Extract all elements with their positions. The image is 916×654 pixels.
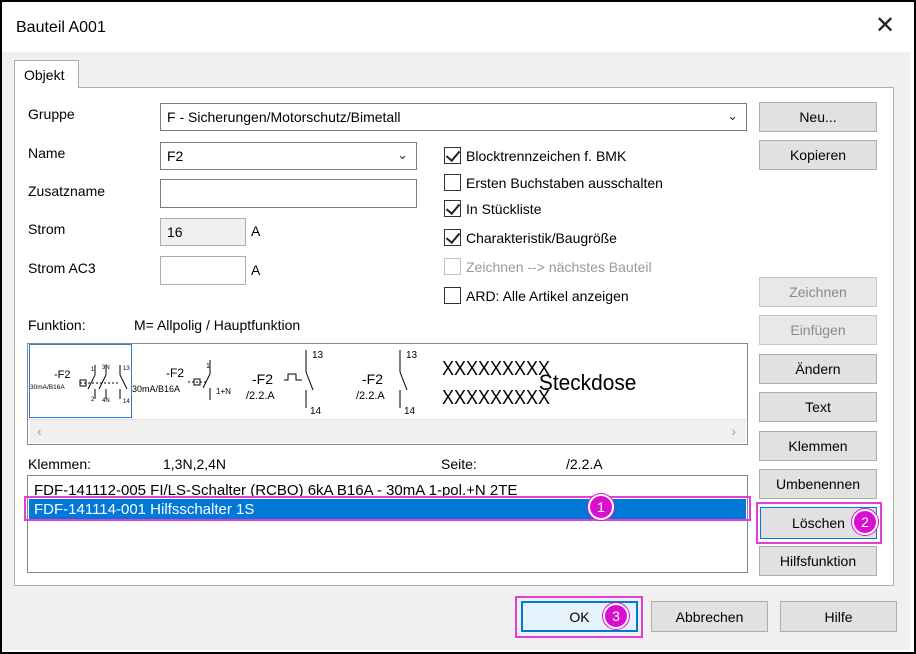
neu-button[interactable]: Neu...: [759, 102, 877, 132]
svg-text:14: 14: [404, 406, 416, 417]
svg-text:13: 13: [312, 350, 324, 361]
checkbox-box: [444, 258, 461, 275]
strom-field: 16: [160, 218, 246, 246]
step-badge-2: 2: [852, 509, 878, 535]
checkbox-label: ARD: Alle Artikel anzeigen: [466, 287, 629, 304]
checkbox-ersten-buchstaben[interactable]: Ersten Buchstaben ausschalten: [444, 174, 663, 191]
svg-text:1: 1: [206, 363, 210, 370]
klemmen-label: Klemmen:: [28, 456, 92, 472]
checkbox-in-stueckliste[interactable]: In Stückliste: [444, 200, 541, 217]
strom-ac3-label: Strom AC3: [28, 260, 96, 276]
symbol-gallery-scrollbar[interactable]: ‹ ›: [29, 419, 746, 443]
name-combobox[interactable]: F2 ⌄: [160, 142, 417, 170]
funktion-value: M= Allpolig / Hauptfunktion: [134, 317, 301, 333]
strom-label: Strom: [28, 221, 66, 237]
symbol-item-2[interactable]: -F2 30mA/B16A 1 1+N: [132, 344, 242, 418]
seite-label: Seite:: [441, 456, 477, 472]
svg-text:13: 13: [406, 350, 418, 361]
checkbox-label: Charakteristik/Baugröße: [466, 229, 617, 246]
scroll-right-icon[interactable]: ›: [731, 423, 736, 439]
checkbox-ard-alle-artikel[interactable]: ARD: Alle Artikel anzeigen: [444, 287, 629, 304]
checkbox-blocktrennzeichen[interactable]: Blocktrennzeichen f. BMK: [444, 147, 626, 164]
funktion-label: Funktion:: [28, 317, 86, 333]
checkbox-box: [444, 287, 461, 304]
svg-text:1+N: 1+N: [216, 387, 231, 396]
kopieren-button[interactable]: Kopieren: [759, 140, 877, 170]
svg-text:13: 13: [123, 366, 130, 372]
strom-unit: A: [251, 223, 261, 239]
svg-text:-F2: -F2: [54, 369, 71, 381]
strom-ac3-unit: A: [251, 262, 261, 278]
checkbox-charakteristik[interactable]: Charakteristik/Baugröße: [444, 229, 617, 246]
checkbox-zeichnen-naechstes: Zeichnen --> nächstes Bauteil: [444, 258, 652, 275]
text-button[interactable]: Text: [759, 392, 877, 422]
symbol-item-4[interactable]: -F2 /2.2.A 13 14: [352, 344, 442, 418]
seite-value: /2.2.A: [566, 456, 603, 472]
step-badge-1: 1: [588, 494, 614, 520]
svg-text:/2.2.A: /2.2.A: [246, 390, 275, 402]
strom-ac3-input[interactable]: [160, 256, 246, 285]
svg-text:Steckdose: Steckdose: [539, 371, 637, 396]
highlight-frame-1: [24, 496, 751, 521]
symbol-thermal-contact-icon: -F2 /2.2.A 13 14: [246, 350, 324, 417]
svg-text:/2.2.A: /2.2.A: [356, 390, 385, 402]
checkbox-box: [444, 229, 461, 246]
svg-text:XXXXXXXXX: XXXXXXXXX: [442, 358, 550, 380]
einfuegen-button: Einfügen: [759, 315, 877, 345]
svg-text:14: 14: [123, 399, 130, 405]
symbol-item-3[interactable]: -F2 /2.2.A 13 14: [242, 344, 352, 418]
svg-text:30mA/B16A: 30mA/B16A: [132, 384, 180, 394]
symbol-contact-icon: -F2 /2.2.A 13 14: [356, 350, 418, 417]
aendern-button[interactable]: Ändern: [759, 354, 877, 384]
svg-text:14: 14: [310, 406, 322, 417]
checkbox-box: [444, 147, 461, 164]
window-title: Bauteil A001: [16, 19, 106, 36]
svg-text:-F2: -F2: [252, 371, 273, 387]
chevron-down-icon: ⌄: [397, 147, 408, 162]
checkbox-label: Ersten Buchstaben ausschalten: [466, 174, 663, 191]
symbol-item-1[interactable]: -F2 30mA/B16A 1 3N 13 2 4N 14: [29, 344, 132, 418]
hilfsfunktion-button[interactable]: Hilfsfunktion: [759, 546, 877, 576]
step-badge-3: 3: [603, 603, 629, 629]
checkbox-label: Zeichnen --> nächstes Bauteil: [466, 258, 652, 275]
svg-text:1: 1: [91, 367, 95, 373]
checkbox-box: [444, 200, 461, 217]
symbol-socket-text-icon: XXXXXXXXX XXXXXXXXX Steckdose: [442, 358, 637, 409]
zeichnen-button: Zeichnen: [759, 277, 877, 307]
gruppe-value: F - Sicherungen/Motorschutz/Bimetall: [167, 109, 401, 125]
svg-text:30mA/B16A: 30mA/B16A: [30, 384, 65, 391]
hilfe-button[interactable]: Hilfe: [780, 601, 897, 632]
symbol-rcbo-1n-icon: -F2 30mA/B16A 1 1+N: [132, 360, 231, 400]
svg-text:-F2: -F2: [362, 371, 383, 387]
klemmen-value: 1,3N,2,4N: [163, 456, 227, 472]
checkbox-label: Blocktrennzeichen f. BMK: [466, 147, 627, 164]
article-list[interactable]: FDF-141112-005 FI/LS-Schalter (RCBO) 6kA…: [27, 475, 748, 573]
close-icon[interactable]: ✕: [872, 14, 898, 40]
svg-text:-F2: -F2: [166, 366, 184, 380]
chevron-down-icon: ⌄: [727, 108, 738, 123]
zusatzname-label: Zusatzname: [28, 183, 106, 199]
abbrechen-button[interactable]: Abbrechen: [651, 601, 768, 632]
klemmen-button[interactable]: Klemmen: [759, 431, 877, 461]
symbol-fi-ls-icon: -F2 30mA/B16A 1 3N 13 2 4N 14: [30, 365, 130, 405]
symbol-gallery[interactable]: -F2 30mA/B16A 1 3N 13 2 4N 14 -F2 30mA/B…: [27, 343, 748, 445]
gruppe-select[interactable]: F - Sicherungen/Motorschutz/Bimetall ⌄: [160, 103, 747, 131]
svg-text:2: 2: [91, 397, 95, 403]
tab-objekt[interactable]: Objekt: [14, 60, 79, 88]
symbol-item-5[interactable]: XXXXXXXXX XXXXXXXXX Steckdose: [442, 344, 662, 418]
name-value: F2: [167, 148, 184, 164]
title-bar: Bauteil A001 ✕: [2, 2, 910, 52]
checkbox-box: [444, 174, 461, 191]
checkbox-label: In Stückliste: [466, 200, 542, 217]
gruppe-label: Gruppe: [28, 106, 75, 122]
name-label: Name: [28, 145, 66, 161]
scroll-left-icon[interactable]: ‹: [37, 423, 42, 439]
zusatzname-input[interactable]: [160, 179, 417, 208]
umbenennen-button[interactable]: Umbenennen: [759, 469, 877, 499]
svg-text:XXXXXXXXX: XXXXXXXXX: [442, 387, 550, 409]
